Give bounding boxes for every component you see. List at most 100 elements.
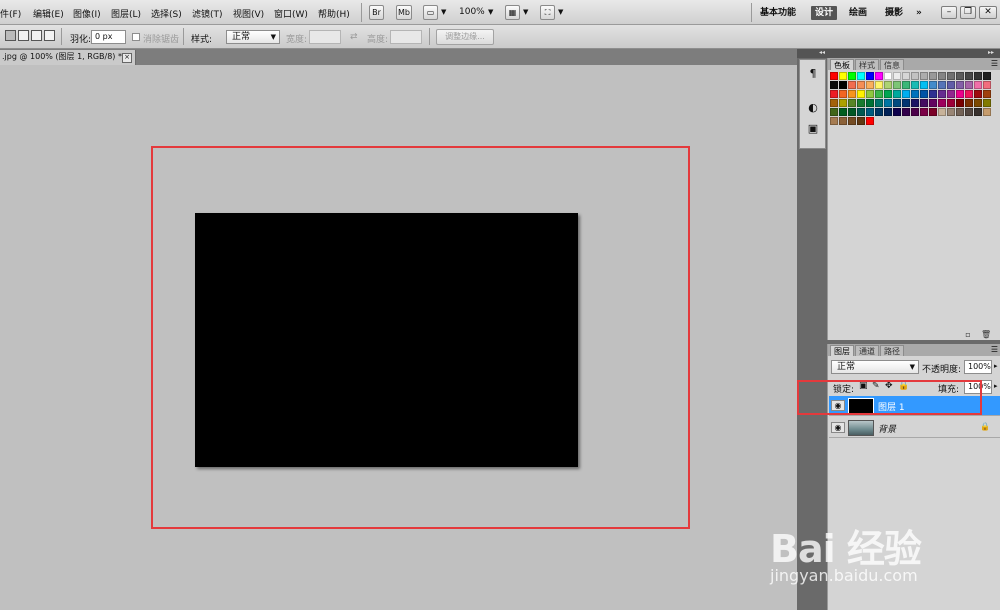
new-selection-icon[interactable] [5, 30, 16, 41]
opacity-input[interactable]: 100% [964, 360, 992, 374]
swap-icon[interactable]: ⇄ [350, 32, 358, 42]
chevron-right-icon[interactable]: ▸ [994, 362, 998, 370]
style-select[interactable]: 正常 ▼ [226, 30, 280, 44]
minibridge-button[interactable]: Mb [396, 5, 412, 20]
color-swatch[interactable] [884, 108, 892, 116]
color-swatch[interactable] [893, 90, 901, 98]
color-swatch[interactable] [830, 72, 838, 80]
color-swatch[interactable] [866, 99, 874, 107]
color-swatch[interactable] [875, 99, 883, 107]
color-swatch[interactable] [965, 81, 973, 89]
color-swatch[interactable] [884, 81, 892, 89]
color-swatch[interactable] [929, 72, 937, 80]
color-swatch[interactable] [884, 90, 892, 98]
color-swatch[interactable] [848, 90, 856, 98]
color-swatch[interactable] [911, 99, 919, 107]
tab-swatches[interactable]: 色板 [830, 59, 854, 70]
menu-layer[interactable]: 图层(L) [111, 7, 141, 20]
color-swatch[interactable] [839, 117, 847, 125]
add-to-selection-icon[interactable] [18, 30, 29, 41]
color-swatch[interactable] [902, 90, 910, 98]
color-swatch[interactable] [965, 90, 973, 98]
color-swatch[interactable] [875, 81, 883, 89]
color-swatch[interactable] [956, 72, 964, 80]
color-swatch[interactable] [893, 99, 901, 107]
color-swatch[interactable] [965, 72, 973, 80]
color-swatch[interactable] [938, 72, 946, 80]
collapse-panels-bar[interactable]: ◂◂ ▸▸ [797, 49, 1000, 58]
color-swatch[interactable] [830, 117, 838, 125]
tab-info[interactable]: 信息 [880, 59, 904, 70]
refine-edge-button[interactable]: 调整边缘... [436, 29, 494, 45]
color-swatch[interactable] [929, 81, 937, 89]
color-swatch[interactable] [956, 90, 964, 98]
minimize-button[interactable]: – [941, 6, 957, 19]
menu-help[interactable]: 帮助(H) [318, 7, 350, 20]
color-swatch[interactable] [929, 90, 937, 98]
color-swatch[interactable] [947, 90, 955, 98]
color-swatch[interactable] [830, 90, 838, 98]
color-swatch[interactable] [911, 90, 919, 98]
color-swatch[interactable] [848, 108, 856, 116]
clone-source-icon[interactable]: ▣ [807, 123, 819, 135]
restore-button[interactable]: ❐ [960, 6, 976, 19]
chevron-down-icon[interactable]: ▼ [441, 8, 446, 16]
color-swatch[interactable] [956, 108, 964, 116]
color-swatch[interactable] [902, 81, 910, 89]
menu-filter[interactable]: 滤镜(T) [192, 7, 223, 20]
color-swatch[interactable] [866, 117, 874, 125]
color-swatch[interactable] [848, 81, 856, 89]
color-swatch[interactable] [920, 81, 928, 89]
canvas-workspace[interactable] [0, 65, 797, 610]
color-swatch[interactable] [920, 90, 928, 98]
color-swatch[interactable] [839, 99, 847, 107]
color-swatch[interactable] [920, 108, 928, 116]
color-swatch[interactable] [938, 90, 946, 98]
chevron-down-icon[interactable]: ▼ [558, 8, 563, 16]
color-swatch[interactable] [830, 108, 838, 116]
workspace-more[interactable]: » [912, 6, 926, 20]
workspace-design[interactable]: 设计 [811, 6, 838, 20]
blend-mode-select[interactable]: 正常 ▼ [831, 360, 919, 374]
color-swatch[interactable] [965, 99, 973, 107]
close-button[interactable]: ✕ [979, 6, 997, 19]
color-swatch[interactable] [848, 72, 856, 80]
color-swatch[interactable] [839, 90, 847, 98]
color-swatch[interactable] [974, 99, 982, 107]
color-swatch[interactable] [857, 72, 865, 80]
width-input[interactable] [309, 30, 341, 44]
layer-row-background[interactable]: ◉ 背景 🔒 [829, 418, 1000, 438]
color-swatch[interactable] [839, 72, 847, 80]
tab-paths[interactable]: 路径 [880, 345, 904, 356]
color-swatch[interactable] [857, 81, 865, 89]
tab-channels[interactable]: 通道 [855, 345, 879, 356]
color-swatch[interactable] [929, 108, 937, 116]
menu-edit[interactable]: 编辑(E) [33, 7, 64, 20]
intersect-selection-icon[interactable] [44, 30, 55, 41]
chevron-right-icon[interactable]: ▸ [994, 382, 998, 390]
panel-menu-icon[interactable]: ☰ [991, 345, 998, 354]
color-swatch[interactable] [983, 72, 991, 80]
chevron-down-icon[interactable]: ▼ [488, 8, 493, 16]
color-swatch[interactable] [911, 108, 919, 116]
color-swatch[interactable] [956, 99, 964, 107]
color-swatch[interactable] [983, 81, 991, 89]
feather-input[interactable]: 0 px [91, 30, 126, 44]
color-swatch[interactable] [965, 108, 973, 116]
tab-layers[interactable]: 图层 [830, 345, 854, 356]
menu-image[interactable]: 图像(I) [73, 7, 101, 20]
layer-name[interactable]: 背景 [878, 422, 896, 435]
document-tab[interactable]: .jpg @ 100% (图层 1, RGB/8) * × [0, 50, 136, 65]
chevron-down-icon[interactable]: ▼ [523, 8, 528, 16]
color-swatch[interactable] [947, 108, 955, 116]
color-swatch[interactable] [938, 108, 946, 116]
screen-mode-button[interactable]: ⛶ [540, 5, 555, 20]
color-swatch[interactable] [902, 108, 910, 116]
color-swatch[interactable] [974, 81, 982, 89]
color-swatch[interactable] [929, 99, 937, 107]
color-swatch[interactable] [947, 72, 955, 80]
color-swatch[interactable] [857, 117, 865, 125]
eye-icon[interactable]: ◉ [831, 422, 845, 433]
color-swatch[interactable] [839, 81, 847, 89]
color-swatch[interactable] [857, 90, 865, 98]
